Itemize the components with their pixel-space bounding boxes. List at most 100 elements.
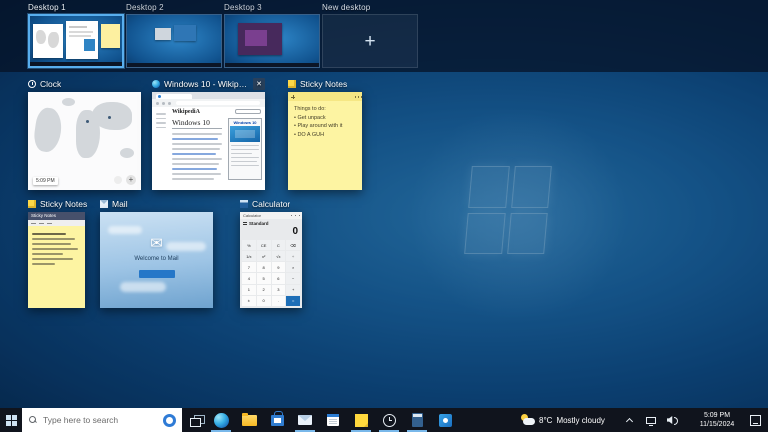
mini-taskbar bbox=[225, 63, 319, 67]
sticky-list-card-title: Sticky Notes bbox=[28, 198, 88, 210]
envelope-icon bbox=[100, 234, 213, 252]
desktop-3-thumbnail[interactable] bbox=[224, 14, 320, 68]
close-window-button[interactable]: ✕ bbox=[253, 78, 265, 90]
wikipedia-wordmark: WikipediA bbox=[172, 109, 200, 115]
calc-key: 5 bbox=[257, 273, 271, 283]
calc-key: 0 bbox=[257, 296, 271, 306]
taskbar-clock[interactable]: 5:09 PM 11/15/2024 bbox=[692, 408, 742, 432]
calc-key: 6 bbox=[272, 273, 286, 283]
edge-icon bbox=[152, 80, 160, 88]
wiki-search-box bbox=[235, 109, 261, 114]
new-desktop-button[interactable]: + bbox=[322, 14, 418, 68]
calculator-card-title: Calculator bbox=[240, 198, 302, 210]
taskbar-calculator-button[interactable] bbox=[404, 408, 430, 432]
action-center-icon bbox=[750, 415, 761, 426]
taskbar-clock-button[interactable] bbox=[376, 408, 402, 432]
browser-address-bar bbox=[152, 99, 265, 107]
sticky-notes-card-label: Sticky Notes bbox=[300, 79, 347, 89]
calendar-icon bbox=[327, 414, 339, 426]
sticky-notes-icon bbox=[28, 200, 36, 208]
desktop-2-label: Desktop 2 bbox=[126, 3, 164, 12]
sticky-list-card-label: Sticky Notes bbox=[40, 199, 87, 209]
calc-key: ÷ bbox=[286, 251, 300, 261]
sticky-notes-icon bbox=[288, 80, 296, 88]
cortana-icon[interactable] bbox=[163, 414, 176, 427]
calculator-window-thumbnail[interactable]: Calculator Standard 0 %CEC⌫1/xx²√x÷789×4… bbox=[240, 212, 302, 308]
desktop-1-label: Desktop 1 bbox=[28, 3, 66, 12]
clock-card-title: Clock bbox=[28, 78, 141, 90]
calc-key: 4 bbox=[242, 273, 256, 283]
alarms-clock-icon bbox=[383, 414, 396, 427]
new-desktop-label: New desktop bbox=[322, 3, 370, 12]
taskbar-search[interactable]: Type here to search bbox=[22, 408, 182, 432]
wiki-sidebar bbox=[154, 110, 168, 131]
calculator-keypad: %CEC⌫1/xx²√x÷789×456−123+±0.= bbox=[242, 240, 300, 306]
calc-key: 1 bbox=[242, 285, 256, 295]
note-line: Things to do: bbox=[294, 105, 359, 114]
clock-card-label: Clock bbox=[40, 79, 61, 89]
infobox-heading: Windows 10 bbox=[230, 120, 260, 125]
mini-clock-window bbox=[33, 24, 63, 58]
action-center-button[interactable] bbox=[746, 408, 764, 432]
calculator-icon bbox=[412, 413, 423, 427]
windows-start-icon bbox=[6, 415, 17, 426]
mail-card-title: Mail bbox=[100, 198, 213, 210]
sticky-menu-bar bbox=[28, 220, 85, 226]
mail-window-thumbnail[interactable]: Welcome to Mail bbox=[100, 212, 213, 308]
photos-icon bbox=[439, 414, 452, 427]
taskbar-sticky-notes-button[interactable] bbox=[348, 408, 374, 432]
sticky-note-thumbnail[interactable]: Things to do:• Get unpack• Play around w… bbox=[288, 92, 362, 190]
sticky-notes-card-title: Sticky Notes bbox=[288, 78, 362, 90]
calc-key: √x bbox=[272, 251, 286, 261]
network-icon bbox=[646, 417, 656, 424]
taskbar-calendar-button[interactable] bbox=[320, 408, 346, 432]
taskbar-mail-button[interactable] bbox=[292, 408, 318, 432]
weather-temp: 8°C bbox=[539, 416, 552, 425]
mail-icon bbox=[100, 200, 108, 208]
volume-button[interactable] bbox=[664, 408, 682, 432]
desktop-2-thumbnail[interactable] bbox=[126, 14, 222, 68]
calc-key: 8 bbox=[257, 262, 271, 272]
wikipedia-card-label: Windows 10 - Wikipedia... bbox=[164, 79, 249, 89]
taskbar-photos-button[interactable] bbox=[432, 408, 458, 432]
window-controls bbox=[299, 215, 300, 216]
volume-icon bbox=[667, 415, 679, 425]
mini-browser-window bbox=[66, 21, 98, 59]
favicon bbox=[158, 95, 161, 98]
note-line: • Get unpack bbox=[294, 114, 359, 123]
tray-date: 11/15/2024 bbox=[692, 420, 742, 429]
sticky-notes-icon bbox=[355, 414, 368, 427]
task-view-icon bbox=[190, 415, 203, 426]
wikipedia-window-thumbnail[interactable]: WikipediA Windows 10 Windows 10 bbox=[152, 92, 265, 190]
clock-window-thumbnail[interactable]: 5:09 PM bbox=[28, 92, 141, 190]
edge-icon bbox=[214, 413, 229, 428]
infobox-screenshot bbox=[230, 126, 260, 142]
calculator-display: 0 bbox=[292, 226, 298, 237]
network-status-button[interactable] bbox=[642, 408, 660, 432]
mail-welcome-text: Welcome to Mail bbox=[100, 256, 213, 262]
taskbar-file-explorer-button[interactable] bbox=[236, 408, 262, 432]
weather-widget[interactable]: 8°C Mostly cloudy bbox=[520, 408, 605, 432]
calc-key: 9 bbox=[272, 262, 286, 272]
sticky-list-thumbnail[interactable]: Sticky Notes bbox=[28, 212, 85, 308]
taskbar-edge-button[interactable] bbox=[208, 408, 234, 432]
calc-key: x² bbox=[257, 251, 271, 261]
taskbar-store-button[interactable] bbox=[264, 408, 290, 432]
show-hidden-icons-button[interactable] bbox=[620, 408, 638, 432]
start-button[interactable] bbox=[0, 408, 22, 432]
mail-card-label: Mail bbox=[112, 199, 128, 209]
calc-key: 3 bbox=[272, 285, 286, 295]
partly-cloudy-icon bbox=[520, 414, 535, 426]
chevron-up-icon bbox=[626, 417, 633, 424]
mini-wallpaper bbox=[127, 15, 221, 67]
desktop-1-thumbnail[interactable] bbox=[28, 14, 124, 68]
task-view-button[interactable] bbox=[184, 408, 208, 432]
calculator-mode: Standard bbox=[243, 221, 269, 226]
note-line: • Play around with it bbox=[294, 122, 359, 131]
calc-key: 7 bbox=[242, 262, 256, 272]
calculator-titlebar: Calculator bbox=[240, 212, 302, 219]
calc-key: 1/x bbox=[242, 251, 256, 261]
weather-desc: Mostly cloudy bbox=[556, 416, 604, 425]
mini-taskbar bbox=[30, 62, 122, 66]
calc-key: × bbox=[286, 262, 300, 272]
